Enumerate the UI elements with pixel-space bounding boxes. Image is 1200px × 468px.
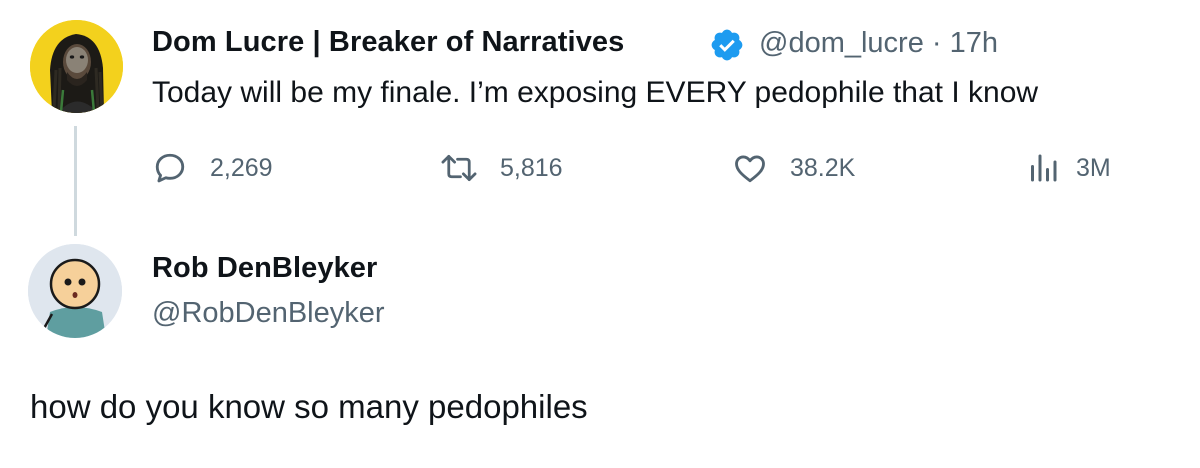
- separator-dot: ·: [931, 27, 942, 59]
- tweet-handle-time: @dom_lucre · 17h: [759, 27, 998, 60]
- views-count: 3M: [1076, 153, 1111, 182]
- tweet-time[interactable]: 17h: [950, 27, 998, 59]
- reply-text: how do you know so many pedophiles: [30, 388, 588, 425]
- retweet-button[interactable]: 5,816: [440, 148, 563, 188]
- avatar-image: [28, 244, 122, 338]
- retweet-count: 5,816: [500, 153, 563, 182]
- verified-badge-icon: [711, 29, 743, 61]
- heart-icon: [735, 155, 765, 183]
- reply-author-name[interactable]: Rob DenBleyker: [152, 252, 377, 285]
- views-button[interactable]: 3M: [1028, 148, 1111, 188]
- tweet-handle[interactable]: @dom_lucre: [759, 27, 924, 59]
- reply-button[interactable]: 2,269: [152, 148, 273, 188]
- views-chart-icon: [1031, 154, 1057, 182]
- reply-count: 2,269: [210, 153, 273, 182]
- rob-denbleyker-avatar[interactable]: [28, 244, 122, 338]
- retweet-icon: [441, 154, 477, 182]
- like-button[interactable]: 38.2K: [732, 148, 855, 188]
- dom-lucre-avatar[interactable]: [30, 20, 123, 113]
- thread-connector-line: [74, 126, 77, 236]
- avatar-image: [30, 20, 123, 113]
- reply-handle[interactable]: @RobDenBleyker: [152, 297, 385, 330]
- like-count: 38.2K: [790, 153, 856, 182]
- tweet-author-name[interactable]: Dom Lucre | Breaker of Narratives: [152, 26, 624, 59]
- tweet-text: Today will be my finale. I’m exposing EV…: [152, 76, 1039, 109]
- reply-bubble-icon: [155, 153, 185, 183]
